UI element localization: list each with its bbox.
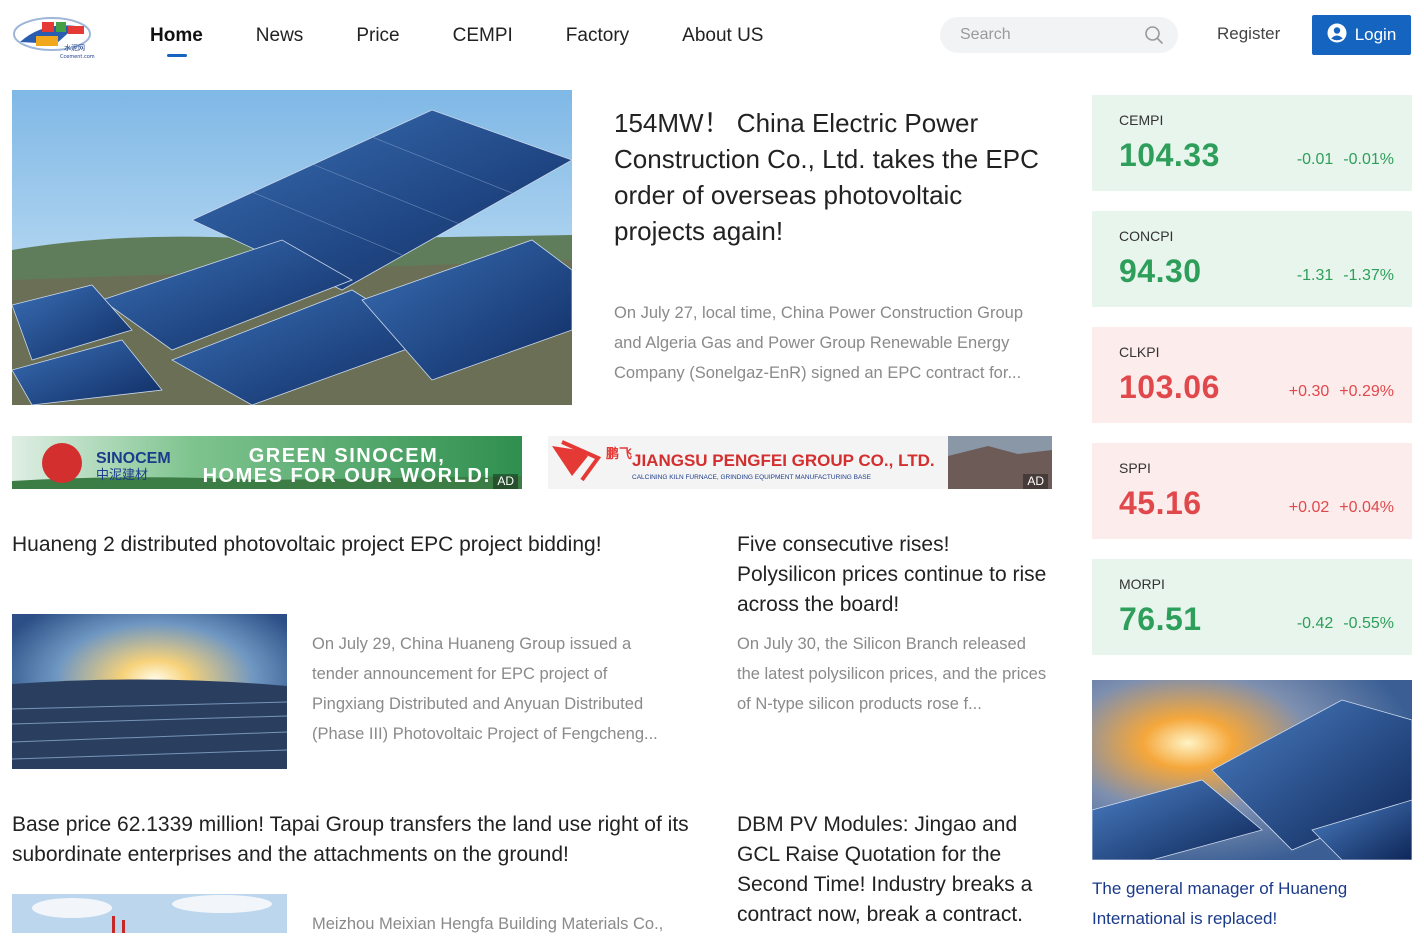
nav-cempi[interactable]: CEMPI bbox=[453, 0, 513, 72]
ad-sinocem-brand: SINOCEM bbox=[96, 450, 171, 467]
index-change-amount: -0.01 bbox=[1296, 151, 1334, 168]
index-change: -0.01 -0.01% bbox=[1297, 151, 1394, 169]
index-change-percent: +0.29% bbox=[1339, 383, 1394, 400]
index-card-morpi[interactable]: MORPI 76.51 -0.42 -0.55% bbox=[1092, 559, 1412, 655]
register-link[interactable]: Register bbox=[1217, 24, 1280, 44]
site-header: 水泥网 Ccement.com Home News Price CEMPI Fa… bbox=[0, 0, 1424, 72]
sidebar-feature-title[interactable]: The general manager of Huaneng Internati… bbox=[1092, 874, 1412, 934]
ad-pengfei-sub: CALCINING KILN FURNACE, GRINDING EQUIPME… bbox=[632, 474, 872, 481]
index-change-percent: -1.37% bbox=[1343, 267, 1394, 284]
index-name: CEMPI bbox=[1119, 112, 1164, 128]
logo-caption: 水泥网 bbox=[64, 43, 85, 52]
logo-subcaption: Ccement.com bbox=[60, 54, 95, 60]
index-change-percent: +0.04% bbox=[1339, 499, 1394, 516]
search-input[interactable] bbox=[940, 26, 1140, 44]
index-name: CONCPI bbox=[1119, 228, 1174, 244]
index-change-percent: -0.01% bbox=[1343, 151, 1394, 168]
ad-banner-sinocem[interactable]: SINOCEM 中泥建材 GREEN SINOCEM, HOMES FOR OU… bbox=[12, 436, 522, 489]
index-change-amount: -0.42 bbox=[1296, 615, 1334, 632]
index-card-concpi[interactable]: CONCPI 94.30 -1.31 -1.37% bbox=[1092, 211, 1412, 307]
ad-banner-pengfei[interactable]: 鹏飞 JIANGSU PENGFEI GROUP CO., LTD. CALCI… bbox=[548, 436, 1052, 489]
hero-title[interactable]: 154MW！ China Electric Power Construction… bbox=[614, 105, 1044, 249]
index-change: -0.42 -0.55% bbox=[1297, 615, 1394, 633]
active-indicator bbox=[167, 54, 187, 57]
ad-pengfei-name: JIANGSU PENGFEI GROUP CO., LTD. bbox=[632, 451, 935, 470]
ad-pengfei-brand-cn: 鹏飞 bbox=[606, 446, 632, 462]
article-summary: On July 30, the Silicon Branch released … bbox=[737, 635, 1047, 713]
ad-tag: AD bbox=[1023, 474, 1048, 489]
site-logo[interactable]: 水泥网 Ccement.com bbox=[12, 12, 104, 60]
index-value: 76.51 bbox=[1119, 601, 1202, 637]
index-card-sppi[interactable]: SPPI 45.16 +0.02 +0.04% bbox=[1092, 443, 1412, 539]
index-value: 103.06 bbox=[1119, 369, 1220, 405]
nav-price[interactable]: Price bbox=[356, 0, 399, 72]
ad-sinocem-line2: HOMES FOR OUR WORLD! bbox=[203, 465, 492, 487]
index-change: +0.30 +0.29% bbox=[1289, 383, 1394, 401]
index-change: +0.02 +0.04% bbox=[1289, 499, 1394, 517]
nav-news[interactable]: News bbox=[256, 0, 304, 72]
index-value: 45.16 bbox=[1119, 485, 1202, 521]
user-icon bbox=[1327, 23, 1347, 48]
hero-image[interactable] bbox=[12, 90, 572, 405]
article-title[interactable]: DBM PV Modules: Jingao and GCL Raise Quo… bbox=[737, 810, 1047, 930]
article-thumbnail[interactable] bbox=[12, 894, 287, 933]
ad-sinocem-line1: GREEN SINOCEM, bbox=[249, 445, 446, 467]
article-title[interactable]: Base price 62.1339 million! Tapai Group … bbox=[12, 810, 692, 870]
article-title[interactable]: Huaneng 2 distributed photovoltaic proje… bbox=[12, 530, 692, 560]
nav-factory[interactable]: Factory bbox=[566, 0, 629, 72]
nav-home[interactable]: Home bbox=[150, 0, 203, 72]
index-change-percent: -0.55% bbox=[1343, 615, 1394, 632]
article-thumbnail[interactable] bbox=[12, 614, 287, 769]
index-value: 94.30 bbox=[1119, 253, 1202, 289]
index-value: 104.33 bbox=[1119, 137, 1220, 173]
ad-sinocem-brand-cn: 中泥建材 bbox=[96, 468, 148, 483]
index-name: SPPI bbox=[1119, 460, 1151, 476]
index-change-amount: +0.30 bbox=[1288, 383, 1330, 400]
login-button[interactable]: Login bbox=[1312, 15, 1411, 55]
index-name: MORPI bbox=[1119, 576, 1165, 592]
nav-about-us[interactable]: About US bbox=[682, 0, 763, 72]
index-card-clkpi[interactable]: CLKPI 103.06 +0.30 +0.29% bbox=[1092, 327, 1412, 423]
index-change: -1.31 -1.37% bbox=[1297, 267, 1394, 285]
hero-summary: On July 27, local time, China Power Cons… bbox=[614, 304, 1024, 382]
sidebar-feature-image[interactable] bbox=[1092, 680, 1412, 860]
article-summary: Meizhou Meixian Hengfa Building Material… bbox=[312, 915, 664, 933]
article-summary: On July 29, China Huaneng Group issued a… bbox=[312, 635, 658, 743]
index-change-amount: +0.02 bbox=[1288, 499, 1330, 516]
index-card-cempi[interactable]: CEMPI 104.33 -0.01 -0.01% bbox=[1092, 95, 1412, 191]
nav-home-label: Home bbox=[150, 25, 203, 46]
login-label: Login bbox=[1354, 25, 1397, 44]
ad-tag: AD bbox=[493, 474, 518, 489]
index-change-amount: -1.31 bbox=[1296, 267, 1334, 284]
search-icon[interactable] bbox=[1144, 25, 1164, 45]
index-name: CLKPI bbox=[1119, 344, 1160, 360]
main-nav: Home News Price CEMPI Factory About US bbox=[150, 0, 816, 72]
search-box bbox=[940, 17, 1178, 53]
article-title[interactable]: Five consecutive rises! Polysilicon pric… bbox=[737, 530, 1047, 620]
